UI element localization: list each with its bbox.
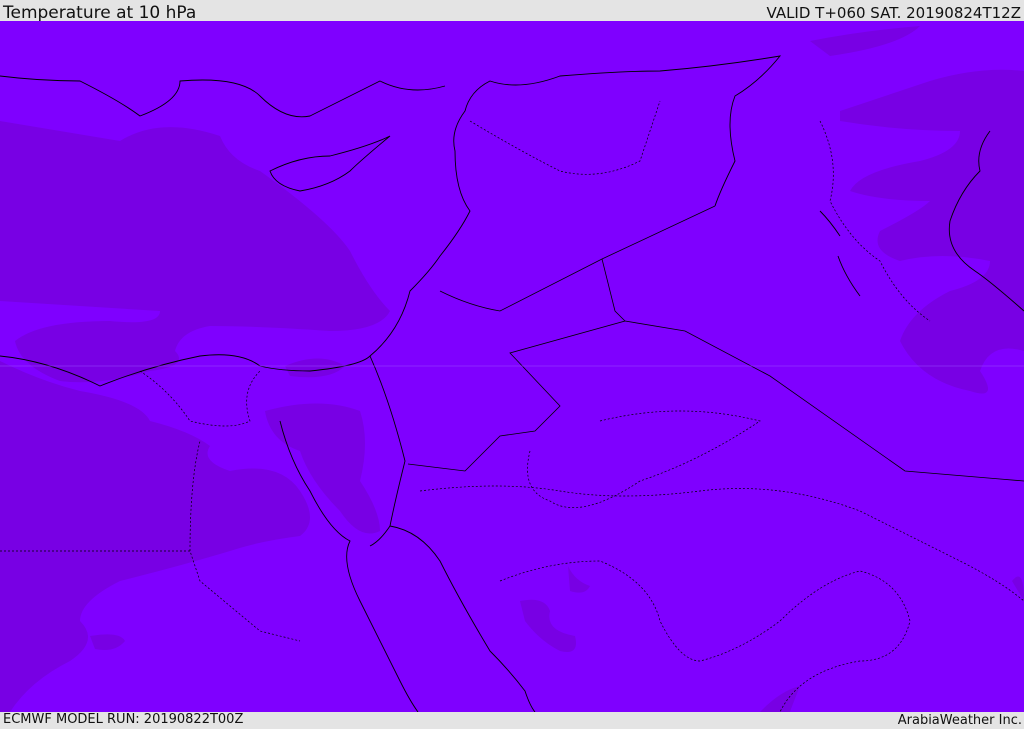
temperature-map xyxy=(0,21,1024,712)
footer-bar: ECMWF MODEL RUN: 20190822T00Z ArabiaWeat… xyxy=(0,712,1024,729)
model-run: ECMWF MODEL RUN: 20190822T00Z xyxy=(3,712,244,727)
valid-time: VALID T+060 SAT. 20190824T12Z xyxy=(766,4,1021,22)
header-bar: Temperature at 10 hPa VALID T+060 SAT. 2… xyxy=(0,0,1024,23)
map-title: Temperature at 10 hPa xyxy=(3,3,197,23)
credit-text: ArabiaWeather Inc. xyxy=(897,713,1022,728)
